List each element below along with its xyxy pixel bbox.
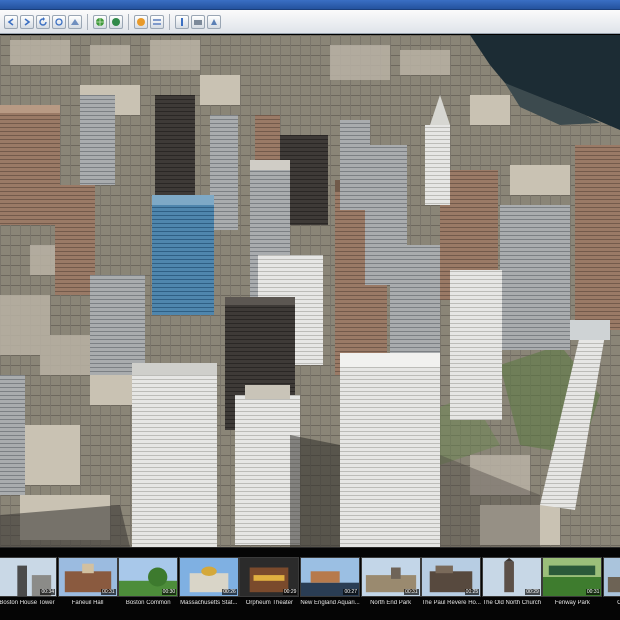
tour-duration: 00:31 — [585, 589, 601, 595]
share-icon — [211, 18, 217, 25]
back-icon — [7, 17, 14, 26]
tour-item[interactable]: 00:31 Faneuil Hall — [57, 557, 118, 617]
3d-city-map-view[interactable] — [0, 35, 620, 547]
tour-label: The Paul Revere Ho... — [421, 600, 481, 606]
satellite-button[interactable] — [109, 14, 123, 29]
tour-item[interactable]: 00:27 New England Aquari... — [300, 557, 360, 617]
tour-thumbnail[interactable]: 00:29 — [239, 557, 300, 597]
tour-item[interactable]: 00:30 Cape Verde — [603, 557, 620, 617]
refresh-button[interactable] — [36, 14, 50, 29]
tour-duration: 00:25 — [464, 589, 480, 595]
tilt-icon — [71, 18, 79, 25]
back-button[interactable] — [4, 14, 18, 29]
maps-3d-window: 00:34 Boston House Tower 00:31 Faneuil Hall… — [0, 0, 620, 620]
globe-icon — [96, 17, 104, 26]
tours-filmstrip: 00:34 Boston House Tower 00:31 Faneuil Hall… — [0, 547, 620, 620]
tour-item[interactable]: 00:34 Boston House Tower — [0, 557, 57, 617]
tour-icon — [137, 17, 145, 26]
tour-duration: 00:34 — [40, 589, 55, 595]
print-icon — [194, 19, 202, 25]
tour-label: New England Aquari... — [300, 600, 360, 606]
tour-item[interactable]: 00:29 Orpheum Theater — [239, 557, 300, 617]
tour-label: Boston House Tower — [0, 600, 55, 606]
toolbar-separator — [169, 13, 170, 30]
layers-icon — [153, 18, 161, 25]
tour-thumbnail[interactable]: 00:25 — [421, 557, 482, 597]
tour-duration: 00:26 — [222, 589, 237, 595]
tour-thumbnail[interactable]: 00:29 — [481, 557, 542, 597]
tour-thumbnail[interactable]: 00:30 — [118, 557, 179, 597]
tour-thumbnail[interactable]: 00:31 — [360, 557, 421, 597]
forward-icon — [24, 17, 31, 26]
tour-item[interactable]: 00:29 The Old North Church — [481, 557, 542, 617]
tour-duration: 00:29 — [282, 589, 298, 595]
print-button[interactable] — [191, 14, 205, 29]
tour-item[interactable]: 00:31 Fenway Park — [542, 557, 603, 617]
satellite-icon — [112, 17, 120, 26]
tour-label: Fenway Park — [554, 600, 590, 606]
toolbar — [0, 10, 620, 34]
tour-duration: 00:29 — [525, 589, 540, 595]
tour-label: Cape Verde — [617, 600, 620, 606]
rotate-icon — [55, 17, 63, 26]
tour-thumbnail[interactable]: 00:31 — [542, 557, 603, 597]
city-scene — [0, 35, 620, 547]
toolbar-separator — [128, 13, 129, 30]
share-button[interactable] — [207, 14, 221, 29]
tours-list: 00:34 Boston House Tower 00:31 Faneuil Hall… — [0, 557, 620, 617]
tour-thumbnail[interactable]: 00:34 — [0, 557, 57, 597]
tour-duration: 00:31 — [101, 589, 116, 595]
tour-label: Boston Common — [125, 600, 171, 606]
tilt-button[interactable] — [68, 14, 82, 29]
toolbar-separator — [87, 13, 88, 30]
globe-button[interactable] — [93, 14, 107, 29]
tour-item[interactable]: 00:25 The Paul Revere Ho... — [421, 557, 482, 617]
tour-duration: 00:31 — [404, 589, 419, 595]
tour-label: Orpheum Theater — [245, 600, 294, 606]
tour-label: Massachusetts Stat... — [180, 600, 238, 606]
tour-thumbnail[interactable]: 00:30 — [603, 557, 620, 597]
rotate-button[interactable] — [52, 14, 66, 29]
tour-duration: 00:30 — [161, 589, 177, 595]
tour-thumbnail[interactable]: 00:26 — [178, 557, 239, 597]
info-button[interactable] — [175, 14, 189, 29]
refresh-icon — [39, 16, 47, 26]
info-icon — [181, 17, 183, 26]
tour-label: Faneuil Hall — [71, 600, 104, 606]
tour-thumbnail[interactable]: 00:31 — [57, 557, 118, 597]
tour-duration: 00:27 — [343, 589, 358, 595]
tour-item[interactable]: 00:30 Boston Common — [118, 557, 179, 617]
tour-button[interactable] — [134, 14, 148, 29]
forward-button[interactable] — [20, 14, 34, 29]
tour-thumbnail[interactable]: 00:27 — [300, 557, 360, 597]
tour-label: The Old North Church — [482, 600, 542, 606]
tour-item[interactable]: 00:31 North End Park — [360, 557, 421, 617]
tour-item[interactable]: 00:26 Massachusetts Stat... — [178, 557, 239, 617]
layers-button[interactable] — [150, 14, 164, 29]
tour-label: North End Park — [370, 600, 412, 606]
window-title-bar[interactable] — [0, 0, 620, 10]
